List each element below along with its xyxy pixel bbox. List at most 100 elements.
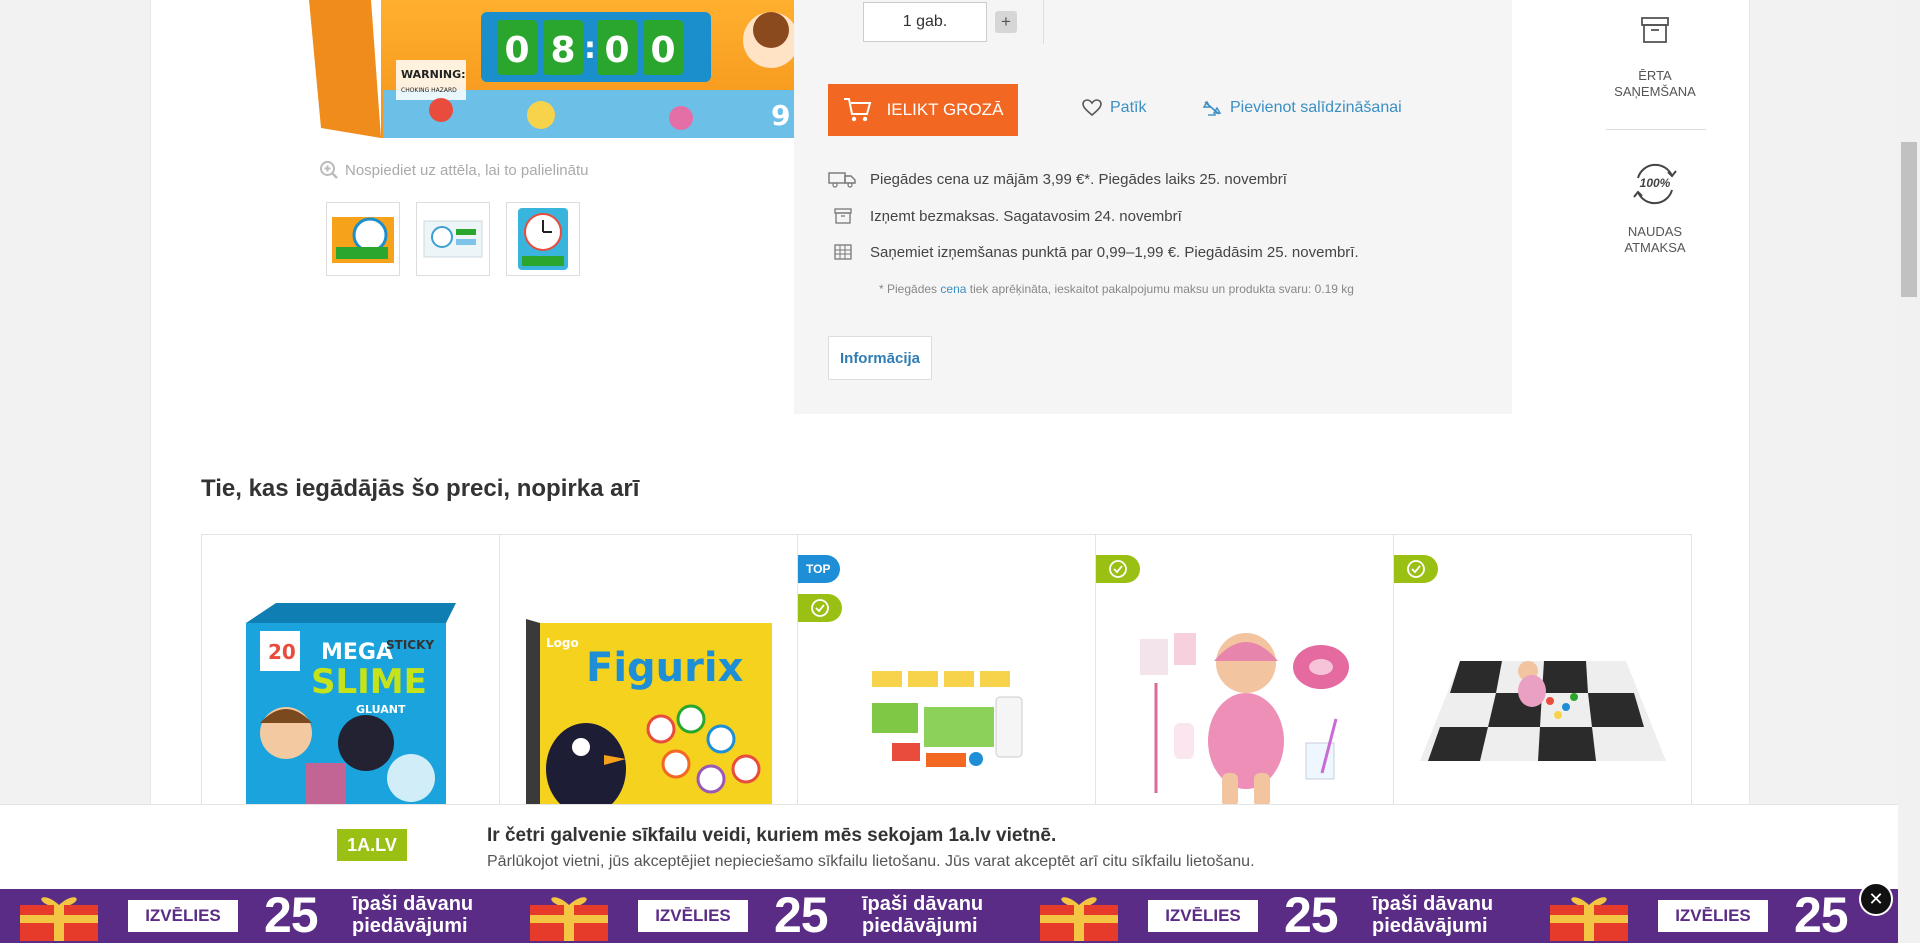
delivery-truck-icon: [828, 170, 858, 188]
thumbnail-1[interactable]: [326, 202, 400, 276]
svg-text:0: 0: [650, 30, 675, 71]
box-icon: [1641, 17, 1669, 43]
recommendations-grid: 20 MEGA STICKY SLIME GLUANT Logo Figurix: [201, 534, 1697, 824]
quantity-increase-button[interactable]: +: [995, 11, 1017, 33]
svg-text::: :: [584, 31, 596, 66]
promo-number: 25: [264, 889, 319, 943]
promo-text-line2: piedāvājumi: [352, 915, 468, 937]
feature-easy-pickup: ĒRTA SAŅEMŠANA: [1595, 14, 1715, 100]
product-image-play-mat[interactable]: [1420, 651, 1666, 771]
choose-button[interactable]: IZVĒLIES: [1658, 900, 1768, 932]
promo-text-line1: īpaši dāvanu: [1372, 893, 1494, 915]
zoom-in-icon: [320, 161, 338, 179]
thumbnail-2[interactable]: [416, 202, 490, 276]
promo-unit: IZVĒLIES 25 īpaši dāvanu piedāvājumi: [0, 889, 512, 943]
cookie-consent-bar: 1A.LV Ir četri galvenie sīkfailu veidi, …: [0, 804, 1898, 895]
recommendations-title: Tie, kas iegādājās šo preci, nopirka arī: [201, 475, 640, 502]
like-label: Patīk: [1110, 99, 1147, 116]
svg-text:GLUANT: GLUANT: [356, 703, 406, 716]
product-image-figurix[interactable]: Logo Figurix Ravensburger: [526, 619, 772, 824]
refund-badge-text: 100%: [1639, 176, 1671, 190]
promo-unit: IZVĒLIES 25 īpaši dāvanu piedāvājumi: [1020, 889, 1532, 943]
svg-text:Figurix: Figurix: [586, 645, 744, 691]
store-pickup-icon: [828, 207, 858, 225]
page-scrollbar[interactable]: [1898, 0, 1920, 943]
gift-icon: [1040, 897, 1118, 941]
feature-easy-pickup-label-2: SAŅEMŠANA: [1614, 84, 1696, 99]
promo-number: 25: [1794, 889, 1849, 943]
add-to-cart-button[interactable]: IELIKT GROZĀ: [828, 84, 1018, 136]
quantity-input[interactable]: 1 gab.: [863, 2, 987, 42]
shipping-home-text: Piegādes cena uz mājām 3,99 €*. Piegādes…: [870, 170, 1287, 188]
scrollbar-thumb[interactable]: [1901, 142, 1917, 297]
check-circle-icon: [1109, 560, 1127, 578]
choose-button[interactable]: IZVĒLIES: [638, 900, 748, 932]
gift-icon: [530, 897, 608, 941]
promo-text-line1: īpaši dāvanu: [862, 893, 984, 915]
promo-text-line1: īpaši dāvanu: [352, 893, 474, 915]
product-card-slime[interactable]: 20 MEGA STICKY SLIME GLUANT: [201, 534, 500, 824]
svg-text:Logo: Logo: [546, 636, 579, 650]
divider: [1043, 0, 1044, 44]
cookie-title: Ir četri galvenie sīkfailu veidi, kuriem…: [487, 825, 1057, 846]
svg-text:20: 20: [268, 640, 296, 664]
promo-banner[interactable]: IZVĒLIES 25 īpaši dāvanu piedāvājumi IZVĒ…: [0, 889, 1920, 943]
product-card-baby-doll[interactable]: [1095, 534, 1394, 824]
shipping-note-suffix: tiek aprēķināta, ieskaitot pakalpojumu m…: [966, 282, 1354, 296]
shipping-price-link[interactable]: cena: [940, 282, 966, 296]
information-tab-button[interactable]: Informācija: [828, 336, 932, 380]
product-image-shop-toy[interactable]: [864, 663, 1034, 773]
promo-text-line2: piedāvājumi: [862, 915, 978, 937]
feature-easy-pickup-label-1: ĒRTA: [1638, 68, 1672, 83]
verified-badge: [798, 594, 842, 622]
verified-badge: [1394, 555, 1438, 583]
promo-text-line2: piedāvājumi: [1372, 915, 1488, 937]
feature-divider: [1606, 129, 1706, 130]
product-card-play-mat[interactable]: [1393, 534, 1692, 824]
shipping-store-text: Izņemt bezmaksas. Sagatavosim 24. novemb…: [870, 207, 1182, 225]
verified-badge: [1096, 555, 1140, 583]
feature-money-back-label-2: ATMAKSA: [1624, 240, 1686, 255]
promo-text: īpaši dāvanu piedāvājumi: [862, 893, 983, 937]
shipping-note: * Piegādes cena tiek aprēķināta, ieskait…: [879, 282, 1354, 296]
choose-button[interactable]: IZVĒLIES: [1148, 900, 1258, 932]
check-circle-icon: [1407, 560, 1425, 578]
product-card-figurix[interactable]: Logo Figurix Ravensburger: [499, 534, 798, 824]
svg-text:STICKY: STICKY: [386, 638, 434, 652]
purchase-panel: 1 gab. + IELIKT GROZĀ Patīk Pievienot sa…: [794, 0, 1512, 414]
product-image-slime[interactable]: 20 MEGA STICKY SLIME GLUANT: [246, 603, 456, 824]
feature-money-back: 100% NAUDAS ATMAKSA: [1595, 160, 1715, 256]
site-logo[interactable]: 1A.LV: [337, 829, 407, 861]
zoom-hint: Nospiediet uz attēla, lai to palielinātu: [319, 160, 589, 180]
svg-text:CHOKING HAZARD: CHOKING HAZARD: [401, 87, 457, 94]
svg-text:8: 8: [550, 30, 575, 71]
shipping-option-store: Izņemt bezmaksas. Sagatavosim 24. novemb…: [828, 207, 1182, 225]
gift-icon: [1550, 897, 1628, 941]
svg-text:0: 0: [504, 30, 529, 71]
promo-unit: IZVĒLIES 25 īpaši dāvanu piedāvājumi: [510, 889, 1022, 943]
shipping-note-prefix: * Piegādes: [879, 282, 941, 296]
promo-text: īpaši dāvanu piedāvājumi: [1372, 893, 1493, 937]
gift-icon: [20, 897, 98, 941]
product-image-baby-doll[interactable]: [1136, 623, 1356, 813]
feature-money-back-label-1: NAUDAS: [1627, 224, 1683, 239]
cookie-text: Pārlūkojot vietni, jūs akceptējiet nepie…: [487, 853, 1255, 870]
heart-icon: [1082, 99, 1102, 117]
main-product-image[interactable]: 0 8 : 0 0 WARNING: CHOKING HAZARD 9 2: [301, 0, 836, 138]
promo-number: 25: [774, 889, 829, 943]
cart-icon: [843, 98, 871, 122]
shipping-option-locker: Saņemiet izņemšanas punktā par 0,99–1,99…: [828, 243, 1359, 261]
close-banner-button[interactable]: ✕: [1859, 882, 1893, 916]
compare-link[interactable]: Pievienot salīdzināšanai: [1202, 99, 1402, 117]
like-link[interactable]: Patīk: [1082, 99, 1146, 117]
product-card-shop-toy[interactable]: TOP: [797, 534, 1096, 824]
choose-button[interactable]: IZVĒLIES: [128, 900, 238, 932]
svg-text:WARNING:: WARNING:: [401, 68, 466, 81]
svg-text:0: 0: [604, 30, 629, 71]
shipping-option-home: Piegādes cena uz mājām 3,99 €*. Piegādes…: [828, 170, 1287, 188]
thumbnail-3[interactable]: [506, 202, 580, 276]
check-circle-icon: [811, 599, 829, 617]
thumbnail-strip: [326, 202, 580, 276]
add-to-cart-label: IELIKT GROZĀ: [886, 100, 1004, 119]
promo-number: 25: [1284, 889, 1339, 943]
